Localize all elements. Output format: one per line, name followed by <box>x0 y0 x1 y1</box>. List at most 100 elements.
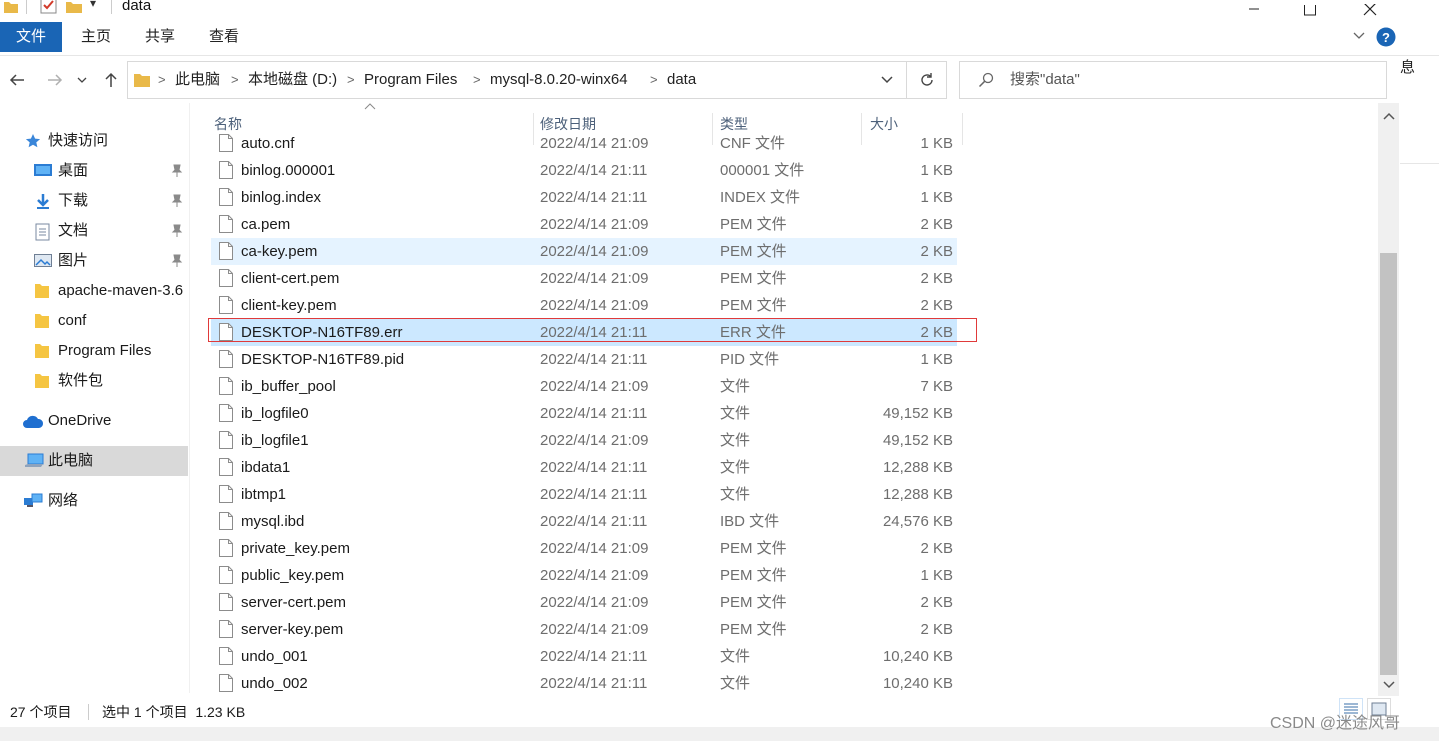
file-row[interactable]: binlog.index 2022/4/14 21:11 INDEX 文件 1 KB <box>211 184 957 211</box>
breadcrumb-separator[interactable]: > <box>650 62 658 98</box>
scrollbar-thumb[interactable] <box>1380 253 1397 675</box>
breadcrumb-data[interactable]: data <box>667 62 696 98</box>
file-size: 2 KB <box>920 621 953 638</box>
file-row[interactable]: ib_logfile1 2022/4/14 21:09 文件 49,152 KB <box>211 427 957 454</box>
file-size: 10,240 KB <box>882 648 953 665</box>
file-row[interactable]: auto.cnf 2022/4/14 21:09 CNF 文件 1 KB <box>211 130 957 157</box>
file-row[interactable]: mysql.ibd 2022/4/14 21:11 IBD 文件 24,576 KB <box>211 508 957 535</box>
file-row[interactable]: binlog.000001 2022/4/14 21:11 000001 文件 1 K… <box>211 157 957 184</box>
file-date: 2022/4/14 21:11 <box>540 324 648 341</box>
file-name: undo_002 <box>241 675 308 692</box>
file-type: 文件 <box>720 486 751 503</box>
recent-locations-button[interactable] <box>72 67 92 93</box>
nav-item-downloads[interactable]: 下载 <box>0 186 188 216</box>
nav-item-program-files[interactable]: Program Files <box>0 336 188 366</box>
file-date: 2022/4/14 21:11 <box>540 486 648 503</box>
file-row[interactable]: client-key.pem 2022/4/14 21:09 PEM 文件 2 KB <box>211 292 957 319</box>
refresh-button[interactable] <box>907 61 947 99</box>
scroll-down-icon[interactable] <box>1378 676 1399 694</box>
file-row[interactable]: server-key.pem 2022/4/14 21:09 PEM 文件 2 KB <box>211 616 957 643</box>
file-row[interactable]: ca-key.pem 2022/4/14 21:09 PEM 文件 2 KB <box>211 238 957 265</box>
tab-view[interactable]: 查看 <box>198 22 250 52</box>
scroll-up-icon[interactable] <box>1378 107 1399 125</box>
file-size: 2 KB <box>920 243 953 260</box>
pictures-icon <box>34 253 52 269</box>
nav-quick-access-label: 快速访问 <box>48 132 109 149</box>
pin-icon[interactable] <box>171 224 183 238</box>
nav-quick-access[interactable]: 快速访问 <box>0 126 188 156</box>
file-name: private_key.pem <box>241 540 350 557</box>
nav-item-desktop[interactable]: 桌面 <box>0 156 188 186</box>
folder-icon <box>35 343 49 359</box>
nav-item-conf[interactable]: conf <box>0 306 188 336</box>
breadcrumb-mysql[interactable]: mysql-8.0.20-winx64 <box>490 62 628 98</box>
pin-icon[interactable] <box>171 164 183 178</box>
file-date: 2022/4/14 21:09 <box>540 216 649 233</box>
file-row[interactable]: ibtmp1 2022/4/14 21:11 文件 12,288 KB <box>211 481 957 508</box>
pin-icon[interactable] <box>171 254 183 268</box>
file-icon <box>219 404 233 422</box>
vertical-scrollbar[interactable] <box>1378 103 1399 696</box>
forward-button[interactable] <box>42 67 68 93</box>
nav-network[interactable]: 网络 <box>0 486 188 516</box>
file-type: PID 文件 <box>720 351 780 368</box>
tab-share[interactable]: 共享 <box>134 22 186 52</box>
file-row[interactable]: DESKTOP-N16TF89.pid 2022/4/14 21:11 PID 文件… <box>211 346 957 373</box>
file-row[interactable]: DESKTOP-N16TF89.err 2022/4/14 21:11 ERR 文件… <box>211 319 957 346</box>
file-row[interactable]: client-cert.pem 2022/4/14 21:09 PEM 文件 2 KB <box>211 265 957 292</box>
pin-icon[interactable] <box>171 194 183 208</box>
address-dropdown-icon[interactable] <box>880 75 894 85</box>
file-row[interactable]: private_key.pem 2022/4/14 21:09 PEM 文件 2 KB <box>211 535 957 562</box>
maximize-button[interactable] <box>1280 0 1340 22</box>
address-bar[interactable]: > 此电脑 > 本地磁盘 (D:) > Program Files > mysq… <box>127 61 907 99</box>
column-divider[interactable] <box>962 113 963 145</box>
file-row[interactable]: undo_001 2022/4/14 21:11 文件 10,240 KB <box>211 643 957 670</box>
back-button[interactable] <box>4 67 30 93</box>
minimize-button[interactable] <box>1224 0 1284 22</box>
file-row[interactable]: ib_logfile0 2022/4/14 21:11 文件 49,152 KB <box>211 400 957 427</box>
nav-onedrive-label: OneDrive <box>48 412 112 429</box>
file-date: 2022/4/14 21:11 <box>540 405 648 422</box>
file-row[interactable]: public_key.pem 2022/4/14 21:09 PEM 文件 1 KB <box>211 562 957 589</box>
nav-item-pictures[interactable]: 图片 <box>0 246 188 276</box>
properties-icon[interactable] <box>40 0 58 14</box>
file-icon <box>219 242 233 260</box>
breadcrumb-separator[interactable]: > <box>473 62 481 98</box>
file-row[interactable]: undo_002 2022/4/14 21:11 文件 10,240 KB <box>211 670 957 693</box>
file-row[interactable]: ib_buffer_pool 2022/4/14 21:09 文件 7 KB <box>211 373 957 400</box>
breadcrumb-program-files[interactable]: Program Files <box>364 62 457 98</box>
file-name: client-key.pem <box>241 297 337 314</box>
file-size: 12,288 KB <box>882 486 953 503</box>
up-button[interactable] <box>98 67 124 93</box>
file-date: 2022/4/14 21:09 <box>540 432 649 449</box>
nav-item-documents[interactable]: 文档 <box>0 216 188 246</box>
file-type: 000001 文件 <box>720 162 805 179</box>
nav-onedrive[interactable]: OneDrive <box>0 406 188 436</box>
network-icon <box>23 493 43 509</box>
nav-item-software[interactable]: 软件包 <box>0 366 188 396</box>
help-icon[interactable]: ? <box>1376 27 1396 47</box>
breadcrumb-this-pc[interactable]: 此电脑 <box>175 62 220 98</box>
search-box[interactable]: 搜索"data" <box>959 61 1387 99</box>
breadcrumb-separator[interactable]: > <box>158 62 166 98</box>
tab-home[interactable]: 主页 <box>70 22 122 52</box>
expand-ribbon-icon[interactable] <box>1352 28 1366 42</box>
breadcrumb-drive-d[interactable]: 本地磁盘 (D:) <box>248 62 337 98</box>
breadcrumb-separator[interactable]: > <box>231 62 239 98</box>
file-size: 49,152 KB <box>882 405 953 422</box>
file-row[interactable]: server-cert.pem 2022/4/14 21:09 PEM 文件 2 KB <box>211 589 957 616</box>
new-folder-icon[interactable] <box>66 0 82 14</box>
file-name: server-cert.pem <box>241 594 347 611</box>
close-button[interactable] <box>1340 0 1400 22</box>
folder-icon <box>134 72 150 88</box>
file-name: undo_001 <box>241 648 308 665</box>
breadcrumb-separator[interactable]: > <box>347 62 355 98</box>
tab-file[interactable]: 文件 <box>0 22 62 52</box>
nav-this-pc[interactable]: 此电脑 <box>0 446 188 476</box>
file-row[interactable]: ibdata1 2022/4/14 21:11 文件 12,288 KB <box>211 454 957 481</box>
nav-item-apache-maven[interactable]: apache-maven-3.6 <box>0 276 188 306</box>
customize-toolbar-icon[interactable]: ▾ <box>90 0 96 10</box>
nav-item-label: 下载 <box>58 192 89 209</box>
file-type: PEM 文件 <box>720 594 787 611</box>
file-row[interactable]: ca.pem 2022/4/14 21:09 PEM 文件 2 KB <box>211 211 957 238</box>
